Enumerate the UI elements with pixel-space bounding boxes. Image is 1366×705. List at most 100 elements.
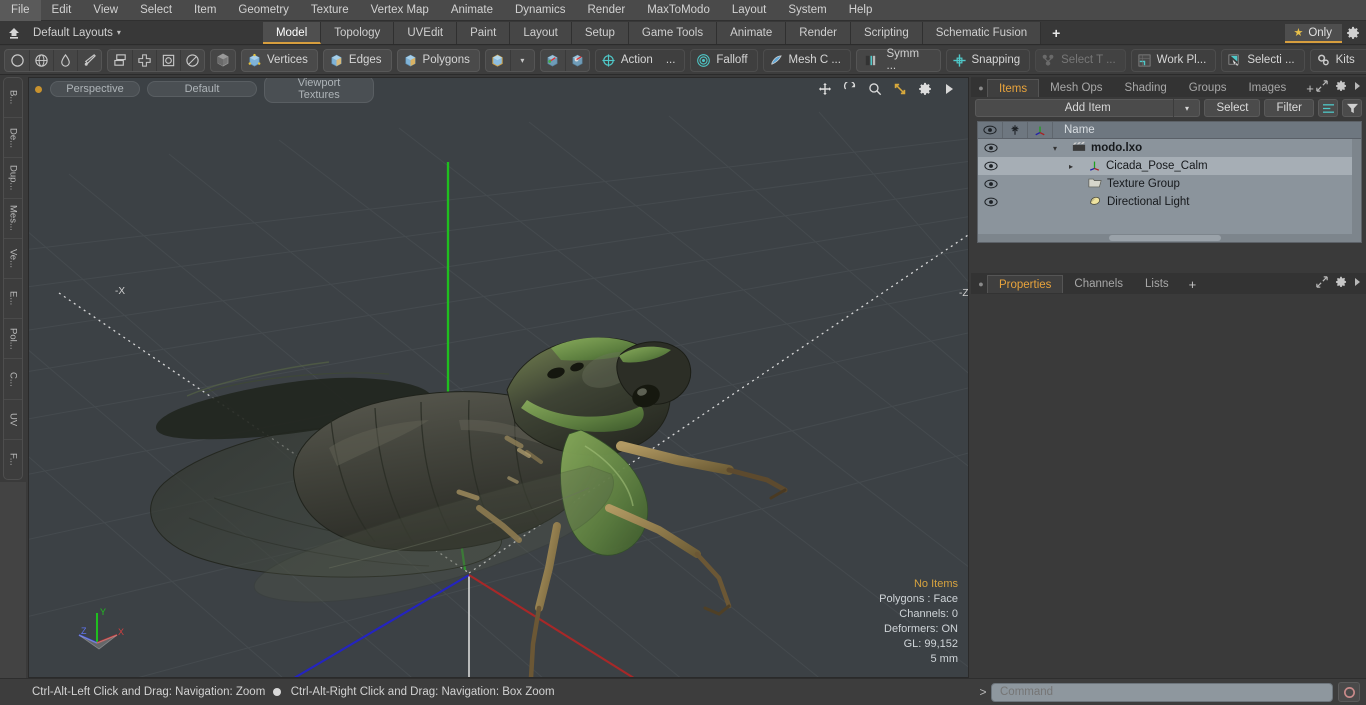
add-item-button[interactable]: Add Item ▾ bbox=[975, 99, 1201, 117]
left-tab-polygon[interactable]: Pol... bbox=[4, 319, 22, 360]
item-row-directional-light[interactable]: Directional Light bbox=[1053, 195, 1361, 210]
tab-items[interactable]: Items bbox=[987, 79, 1040, 97]
cross-icon[interactable] bbox=[132, 49, 156, 71]
left-tab-fusion[interactable]: F... bbox=[4, 440, 22, 479]
viewport-camera-dropdown[interactable]: Perspective bbox=[50, 81, 140, 97]
solid-cube-icon[interactable] bbox=[211, 50, 235, 71]
menu-item-texture[interactable]: Texture bbox=[300, 0, 360, 21]
layout-tab-schematic-fusion[interactable]: Schematic Fusion bbox=[922, 21, 1042, 44]
layout-tab-render[interactable]: Render bbox=[786, 21, 851, 44]
snapping-button[interactable]: Snapping bbox=[945, 48, 1031, 72]
chevron-right-icon[interactable]: ▸ bbox=[1069, 162, 1083, 171]
viewport-shading-dropdown[interactable]: Viewport Textures bbox=[264, 78, 374, 103]
table-row[interactable]: ▸ Cicada_Pose_Calm bbox=[978, 157, 1361, 175]
left-tab-deform[interactable]: De... bbox=[4, 118, 22, 159]
funnel-icon[interactable] bbox=[1342, 99, 1362, 117]
selection-mode-polygons[interactable]: Polygons bbox=[396, 48, 480, 72]
action-center-button[interactable]: Action ... bbox=[594, 48, 686, 72]
square-dot-icon[interactable] bbox=[156, 49, 180, 71]
select-through-button[interactable]: Select T ... bbox=[1035, 48, 1126, 72]
pen-curve-icon[interactable] bbox=[77, 49, 101, 71]
left-tab-basic[interactable]: B... bbox=[4, 78, 22, 119]
layout-tab-game-tools[interactable]: Game Tools bbox=[628, 21, 718, 44]
table-row[interactable]: Directional Light bbox=[978, 193, 1361, 211]
layout-tab-scripting[interactable]: Scripting bbox=[850, 21, 923, 44]
selection-mode-edges[interactable]: Edges bbox=[322, 48, 392, 72]
circle-shape-icon[interactable] bbox=[5, 50, 29, 71]
left-tab-duplicate[interactable]: Dup... bbox=[4, 158, 22, 199]
viewport-style-dropdown[interactable]: Default bbox=[147, 81, 257, 97]
item-list-scrollbar[interactable] bbox=[1352, 139, 1361, 242]
visibility-eye-icon[interactable] bbox=[978, 143, 1003, 153]
home-up-icon[interactable] bbox=[3, 23, 25, 43]
play-icon[interactable] bbox=[942, 81, 958, 97]
selection-sets-button[interactable]: Selecti ... bbox=[1221, 48, 1305, 72]
menu-item-render[interactable]: Render bbox=[576, 0, 636, 21]
tab-properties[interactable]: Properties bbox=[987, 275, 1064, 293]
axis-gizmo[interactable]: Y Z X bbox=[73, 599, 133, 655]
visibility-eye-icon[interactable] bbox=[978, 179, 1003, 189]
add-item-dropdown[interactable]: ▾ bbox=[1173, 99, 1199, 117]
layout-tab-layout[interactable]: Layout bbox=[510, 21, 572, 44]
menu-item-animate[interactable]: Animate bbox=[440, 0, 504, 21]
gear-icon[interactable] bbox=[917, 81, 933, 97]
circle-slash-icon[interactable] bbox=[180, 49, 204, 71]
command-input[interactable] bbox=[991, 682, 1333, 702]
table-row[interactable]: Texture Group bbox=[978, 175, 1361, 193]
viewport-3d[interactable]: -X -Z Perspective Default Viewport Textu… bbox=[28, 77, 969, 678]
item-mode-dropdown[interactable]: ▾ bbox=[509, 49, 534, 71]
gear-icon[interactable] bbox=[1335, 276, 1347, 291]
record-circle-icon[interactable] bbox=[1338, 682, 1360, 702]
item-list-tree[interactable]: Name ▾ modo.lxo ▸ Cicada_Pose_Calm Textu… bbox=[977, 121, 1362, 243]
left-tab-edge[interactable]: E... bbox=[4, 279, 22, 320]
layout-tab-animate[interactable]: Animate bbox=[717, 21, 787, 44]
visibility-eye-icon[interactable] bbox=[978, 161, 1003, 171]
add-layout-tab-button[interactable]: + bbox=[1041, 22, 1071, 44]
layout-tab-paint[interactable]: Paint bbox=[457, 21, 511, 44]
symmetry-icon[interactable] bbox=[861, 50, 881, 71]
left-tab-uv[interactable]: UV bbox=[4, 400, 22, 440]
tab-groups[interactable]: Groups bbox=[1178, 79, 1238, 97]
tab-images[interactable]: Images bbox=[1237, 79, 1297, 97]
globe-shape-icon[interactable] bbox=[29, 49, 53, 71]
menu-item-layout[interactable]: Layout bbox=[721, 0, 778, 21]
axis-icon[interactable] bbox=[1028, 122, 1053, 138]
add-properties-tab-button[interactable]: + bbox=[1180, 277, 1206, 293]
layout-tab-setup[interactable]: Setup bbox=[571, 21, 629, 44]
left-tab-mesh-edit[interactable]: Mes... bbox=[4, 199, 22, 239]
teardrop-shape-icon[interactable] bbox=[53, 49, 77, 71]
mesh-constraint-button[interactable]: Mesh C ... bbox=[762, 48, 851, 72]
visibility-eye-icon[interactable] bbox=[978, 122, 1003, 138]
menu-item-dynamics[interactable]: Dynamics bbox=[504, 0, 576, 21]
tab-shading[interactable]: Shading bbox=[1114, 79, 1178, 97]
layout-tab-uvedit[interactable]: UVEdit bbox=[394, 21, 458, 44]
menu-item-help[interactable]: Help bbox=[838, 0, 884, 21]
move-icon[interactable] bbox=[817, 81, 833, 97]
filter-button[interactable]: Filter bbox=[1264, 99, 1314, 117]
menu-item-edit[interactable]: Edit bbox=[41, 0, 83, 21]
menu-item-file[interactable]: File bbox=[0, 0, 41, 21]
chevron-down-icon[interactable]: ▾ bbox=[117, 28, 121, 37]
menu-item-system[interactable]: System bbox=[777, 0, 837, 21]
menu-item-view[interactable]: View bbox=[82, 0, 129, 21]
tab-mesh-ops[interactable]: Mesh Ops bbox=[1039, 79, 1113, 97]
pivot-axis-icon[interactable] bbox=[564, 49, 589, 71]
gear-icon[interactable] bbox=[1342, 23, 1364, 43]
layout-tab-topology[interactable]: Topology bbox=[321, 21, 395, 44]
visibility-eye-icon[interactable] bbox=[978, 197, 1003, 207]
layout-title[interactable]: Default Layouts bbox=[33, 27, 113, 39]
selection-mode-vertices[interactable]: Vertices bbox=[241, 48, 318, 72]
symmetry-label[interactable]: Symm ... bbox=[881, 48, 933, 72]
expand-panel-icon[interactable] bbox=[1316, 80, 1328, 95]
menu-item-vertex-map[interactable]: Vertex Map bbox=[360, 0, 440, 21]
item-row-scene[interactable]: ▾ modo.lxo bbox=[1053, 141, 1361, 155]
menu-item-item[interactable]: Item bbox=[183, 0, 227, 21]
select-button[interactable]: Select bbox=[1204, 99, 1261, 117]
expand-panel-icon[interactable] bbox=[1316, 276, 1328, 291]
left-tab-curve[interactable]: C... bbox=[4, 359, 22, 400]
pivot-center-icon[interactable] bbox=[541, 50, 565, 71]
layout-tab-model[interactable]: Model bbox=[262, 21, 322, 44]
list-view-icon[interactable] bbox=[1318, 99, 1338, 117]
menu-item-maxtomodo[interactable]: MaxToModo bbox=[636, 0, 721, 21]
tab-channels[interactable]: Channels bbox=[1063, 275, 1134, 293]
